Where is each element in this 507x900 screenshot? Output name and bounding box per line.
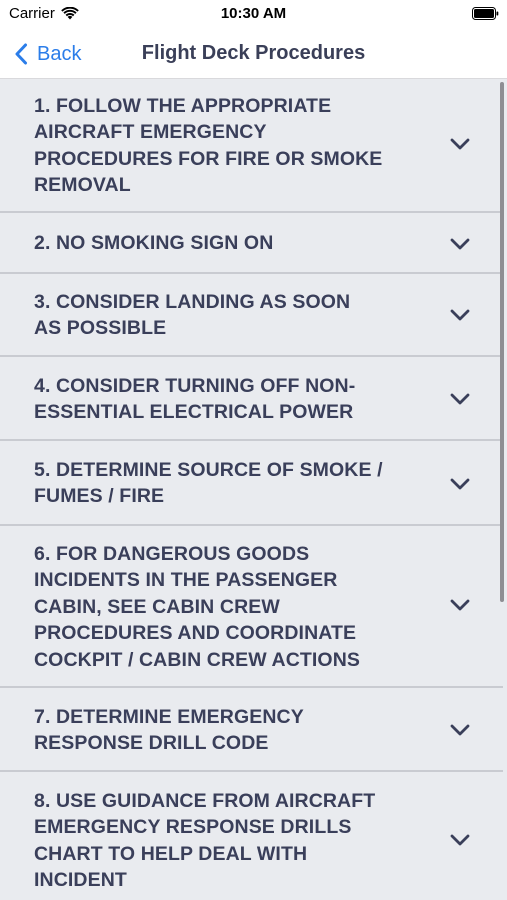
procedure-line: 3. CONSIDER LANDING AS SOON: [34, 291, 351, 313]
procedure-line: INCIDENTS IN THE PASSENGER: [34, 569, 338, 592]
procedure-row-1[interactable]: 1. FOLLOW THE APPROPRIATE AIRCRAFT EMERG…: [0, 79, 503, 213]
procedure-row-3[interactable]: 3. CONSIDER LANDING AS SOON AS POSSIBLE: [0, 274, 503, 357]
procedure-line: REMOVAL: [34, 174, 131, 197]
procedure-line: CABIN, SEE CABIN CREW: [34, 595, 280, 618]
chevron-down-icon[interactable]: [450, 138, 470, 150]
scrollbar[interactable]: [500, 82, 504, 602]
procedure-line: 2. NO SMOKING SIGN ON: [34, 232, 274, 254]
procedure-text: 1. FOLLOW THE APPROPRIATE AIRCRAFT EMERG…: [34, 93, 429, 199]
procedure-line: COCKPIT / CABIN CREW ACTIONS: [34, 648, 360, 671]
procedure-row-5[interactable]: 5. DETERMINE SOURCE OF SMOKE / FUMES / F…: [0, 441, 503, 526]
procedure-row-8[interactable]: 8. USE GUIDANCE FROM AIRCRAFT EMERGENCY …: [0, 772, 503, 900]
chevron-down-icon[interactable]: [450, 599, 470, 611]
procedure-text: 2. NO SMOKING SIGN ON: [34, 230, 429, 256]
procedure-line: 8. USE GUIDANCE FROM AIRCRAFT: [34, 790, 376, 812]
procedure-line: ESSENTIAL ELECTRICAL POWER: [34, 401, 354, 424]
chevron-down-icon[interactable]: [450, 309, 470, 321]
procedure-line: 7. DETERMINE EMERGENCY: [34, 706, 304, 728]
procedure-line: PROCEDURES AND COORDINATE: [34, 622, 357, 645]
chevron-down-icon[interactable]: [450, 478, 470, 490]
clock: 10:30 AM: [220, 5, 287, 22]
procedure-line: 5. DETERMINE SOURCE OF SMOKE /: [34, 459, 383, 481]
procedure-line: 1. FOLLOW THE APPROPRIATE: [34, 95, 332, 117]
procedure-line: PROCEDURES FOR FIRE OR SMOKE: [34, 147, 383, 170]
procedure-text: 8. USE GUIDANCE FROM AIRCRAFT EMERGENCY …: [34, 788, 429, 894]
procedure-text: 5. DETERMINE SOURCE OF SMOKE / FUMES / F…: [34, 457, 429, 510]
procedure-text: 3. CONSIDER LANDING AS SOON AS POSSIBLE: [34, 289, 429, 342]
procedure-line: EMERGENCY RESPONSE DRILLS: [34, 816, 352, 839]
procedure-row-4[interactable]: 4. CONSIDER TURNING OFF NON- ESSENTIAL E…: [0, 357, 503, 441]
procedure-line: RESPONSE DRILL CODE: [34, 732, 269, 755]
procedure-row-7[interactable]: 7. DETERMINE EMERGENCY RESPONSE DRILL CO…: [0, 688, 503, 772]
page-title: Flight Deck Procedures: [141, 42, 366, 64]
procedure-line: CHART TO HELP DEAL WITH: [34, 842, 308, 865]
navigation-bar: Back Flight Deck Procedures: [0, 30, 507, 79]
procedure-text: 7. DETERMINE EMERGENCY RESPONSE DRILL CO…: [34, 704, 429, 757]
procedure-line: 4. CONSIDER TURNING OFF NON-: [34, 375, 356, 397]
battery-icon: [472, 7, 499, 20]
procedure-line: INCIDENT: [34, 869, 127, 892]
chevron-down-icon[interactable]: [450, 238, 470, 250]
chevron-down-icon[interactable]: [450, 724, 470, 736]
procedure-line: 6. FOR DANGEROUS GOODS: [34, 543, 310, 565]
procedure-list[interactable]: 1. FOLLOW THE APPROPRIATE AIRCRAFT EMERG…: [0, 79, 507, 900]
procedure-line: FUMES / FIRE: [34, 485, 165, 508]
procedure-text: 6. FOR DANGEROUS GOODS INCIDENTS IN THE …: [34, 541, 429, 673]
status-bar: Carrier 10:30 AM: [0, 0, 507, 30]
procedure-text: 4. CONSIDER TURNING OFF NON- ESSENTIAL E…: [34, 373, 429, 426]
procedure-row-2[interactable]: 2. NO SMOKING SIGN ON: [0, 213, 503, 274]
procedure-line: AIRCRAFT EMERGENCY: [34, 121, 267, 144]
procedure-row-6[interactable]: 6. FOR DANGEROUS GOODS INCIDENTS IN THE …: [0, 526, 503, 688]
chevron-down-icon[interactable]: [450, 393, 470, 405]
chevron-down-icon[interactable]: [450, 834, 470, 846]
procedure-line: AS POSSIBLE: [34, 317, 167, 340]
